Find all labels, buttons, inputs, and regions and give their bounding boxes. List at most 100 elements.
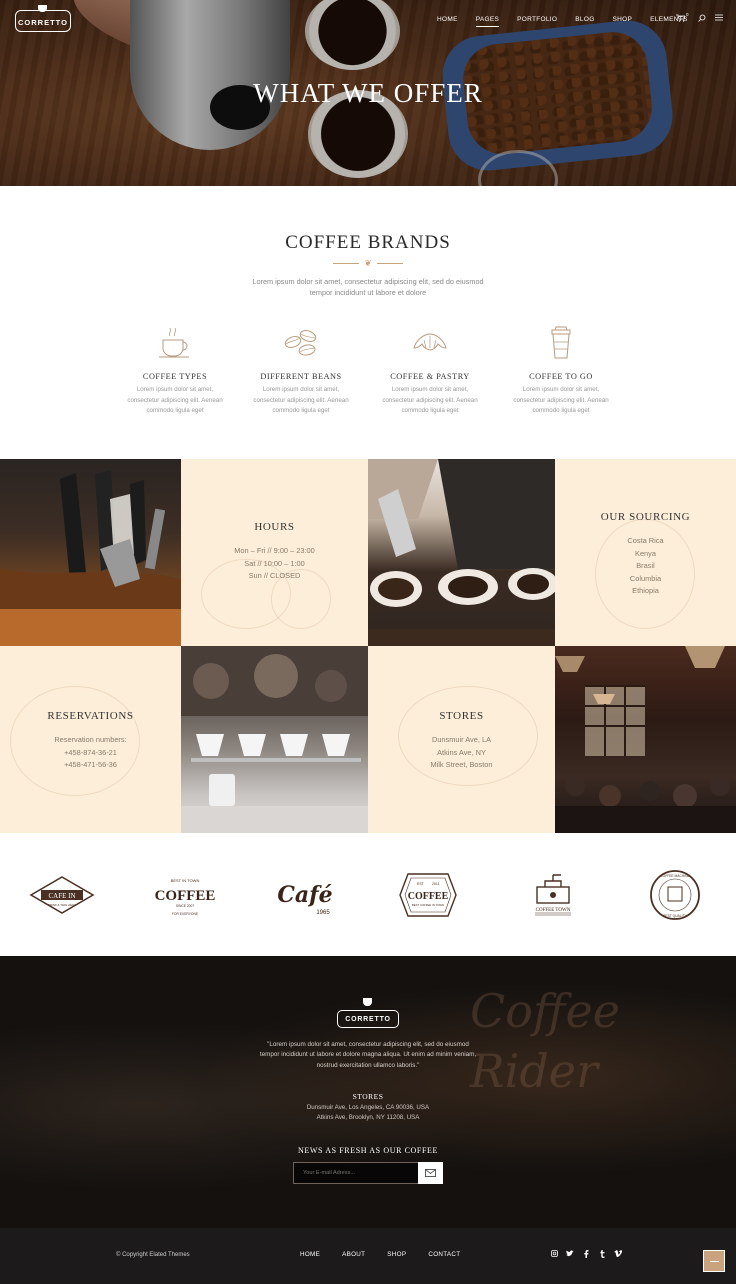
hours-line: Mon – Fri // 9:00 – 23:00 [234, 546, 315, 555]
footer-nav-shop[interactable]: SHOP [387, 1251, 406, 1258]
footer-logo-cup-icon [363, 998, 372, 1006]
partner-logo-coffee[interactable]: BEST IN TOWN COFFEE SINCE 2007 FOR EVERY… [150, 860, 220, 930]
footer-nav-contact[interactable]: CONTACT [428, 1251, 460, 1258]
partner-logo-coffee-town[interactable]: COFFEE TOWN [518, 860, 588, 930]
svg-text:DRINK & TAKE AWAY: DRINK & TAKE AWAY [48, 903, 76, 907]
footer-nav: HOME ABOUT SHOP CONTACT [300, 1251, 482, 1258]
footer-nav-about[interactable]: ABOUT [342, 1251, 365, 1258]
photo-pour-over [368, 459, 555, 646]
svg-text:BEST QUALITY: BEST QUALITY [663, 914, 687, 918]
footer-stores-title: STORES [352, 1092, 384, 1101]
svg-text:COFFEE TOWN: COFFEE TOWN [536, 908, 571, 913]
partner-logo-cafe-1965[interactable]: Café 1965 [272, 860, 342, 930]
partner-logo-coffee-machine[interactable]: COFFEE MACHINE BEST QUALITY [640, 860, 710, 930]
footer-logo[interactable]: CORRETTO [337, 1010, 399, 1028]
stores-tile: STORES Dunsmuir Ave, LA Atkins Ave, NY M… [368, 646, 555, 833]
sourcing-country: Columbia [629, 573, 662, 583]
title-divider: ❦ [333, 257, 403, 269]
hero-banner: WHAT WE OFFER [0, 0, 736, 186]
svg-text:BEST COFFEE IN TOWN: BEST COFFEE IN TOWN [412, 903, 444, 907]
stores-title: STORES [439, 710, 484, 722]
reservations-title: RESERVATIONS [47, 710, 134, 722]
feature-text: Lorem ipsum dolor sit amet, consectetur … [382, 386, 478, 414]
site-logo[interactable]: CORRETTO [15, 10, 71, 32]
cart-count: 0 [686, 12, 689, 17]
store-address: Dunsmuir Ave, LA [431, 735, 492, 744]
header-icons: 0 [676, 12, 723, 24]
croissant-icon [410, 322, 450, 362]
nav-shop[interactable]: SHOP [613, 16, 633, 27]
back-to-top-button[interactable] [703, 1250, 725, 1272]
feature-text: Lorem ipsum dolor sit amet, consectetur … [253, 386, 349, 414]
feature-coffee-pastry: COFFEE & PASTRY Lorem ipsum dolor sit am… [375, 322, 485, 417]
instagram-icon[interactable] [550, 1250, 558, 1260]
hours-lines: Mon – Fri // 9:00 – 23:00 Sat // 10:00 –… [181, 545, 368, 583]
bean-icon: ❦ [364, 258, 372, 268]
reservations-tile: RESERVATIONS Reservation numbers: +458-8… [0, 646, 181, 833]
envelope-icon [425, 1169, 436, 1177]
section-subtitle: Lorem ipsum dolor sit amet, consectetur … [252, 277, 484, 297]
footer-quote: "Lorem ipsum dolor sit amet, consectetur… [259, 1041, 477, 1069]
hours-tile: HOURS Mon – Fri // 9:00 – 23:00 Sat // 1… [181, 459, 368, 646]
reservations-line: Reservation numbers: [54, 735, 127, 744]
footer-address: Atkins Ave, Brooklyn, NY 11208, USA [316, 1114, 420, 1122]
sourcing-title: OUR SOURCING [600, 511, 691, 523]
hours-line: Sun // CLOSED [248, 571, 301, 580]
reservation-phone[interactable]: +458-471-56-36 [0, 759, 181, 772]
partner-logo-cafe-in[interactable]: CAFE IN DRINK & TAKE AWAY [27, 860, 97, 930]
svg-text:1965: 1965 [316, 910, 330, 916]
facebook-icon[interactable] [582, 1250, 590, 1260]
vimeo-icon[interactable] [614, 1250, 623, 1260]
svg-text:2011: 2011 [432, 882, 440, 886]
feature-coffee-to-go: COFFEE TO GO Lorem ipsum dolor sit amet,… [506, 322, 616, 417]
footer-nav-home[interactable]: HOME [300, 1251, 320, 1258]
social-links [550, 1250, 623, 1260]
svg-text:BEST IN TOWN: BEST IN TOWN [171, 878, 200, 883]
svg-text:CAFE IN: CAFE IN [48, 892, 75, 900]
feature-title: COFFEE TO GO [529, 372, 593, 381]
reservation-phone[interactable]: +458-874-36-21 [0, 747, 181, 760]
nav-portfolio[interactable]: PORTFOLIO [517, 16, 557, 27]
feature-title: COFFEE TYPES [142, 372, 208, 381]
main-nav: HOME PAGES PORTFOLIO BLOG SHOP ELEMENTS [437, 16, 706, 27]
photo-cafe-interior [555, 646, 736, 833]
sourcing-tile: OUR SOURCING Costa Rica Kenya Brasil Col… [555, 459, 736, 646]
sourcing-country: Costa Rica [627, 536, 664, 545]
page-title: WHAT WE OFFER [253, 78, 483, 108]
sourcing-country: Brasil [636, 561, 655, 570]
sourcing-country: Ethiopia [632, 586, 659, 595]
newsletter-submit-button[interactable] [418, 1162, 443, 1184]
nav-home[interactable]: HOME [437, 16, 458, 27]
hours-title: HOURS [254, 521, 295, 533]
newsletter-email-input[interactable] [293, 1162, 419, 1184]
reservations-lines: Reservation numbers: +458-874-36-21 +458… [0, 734, 181, 772]
partner-logo-coffee-est[interactable]: EST 2011 COFFEE BEST COFFEE IN TOWN [393, 860, 463, 930]
hours-line: Sat // 10:00 – 1:00 [244, 558, 305, 568]
feature-text: Lorem ipsum dolor sit amet, consectetur … [127, 386, 223, 414]
svg-text:COFFEE: COFFEE [408, 891, 449, 902]
search-icon[interactable] [697, 14, 706, 24]
tumblr-icon[interactable] [598, 1250, 606, 1260]
coffee-beans-icon [281, 322, 321, 362]
nav-pages[interactable]: PAGES [475, 16, 500, 27]
feature-text: Lorem ipsum dolor sit amet, consectetur … [513, 386, 609, 414]
cart-icon[interactable] [676, 14, 686, 24]
stores-lines: Dunsmuir Ave, LA Atkins Ave, NY Milk Str… [368, 734, 555, 772]
photo-coffee-bar [0, 459, 181, 646]
feature-different-beans: DIFFERENT BEANS Lorem ipsum dolor sit am… [246, 322, 356, 417]
footer-address: Dunsmuir Ave, Los Angeles, CA 90036, USA [306, 1104, 430, 1111]
photo-drippers [181, 646, 368, 833]
svg-text:Café: Café [277, 882, 332, 908]
svg-text:EST: EST [417, 882, 425, 886]
sourcing-lines: Costa Rica Kenya Brasil Columbia Ethiopi… [555, 535, 736, 598]
svg-text:COFFEE: COFFEE [155, 888, 215, 904]
store-address: Milk Street, Boston [430, 760, 493, 769]
feature-title: COFFEE & PASTRY [390, 372, 470, 381]
takeaway-cup-icon [541, 322, 581, 362]
menu-icon[interactable] [714, 14, 723, 24]
svg-text:FOR EVERYONE: FOR EVERYONE [172, 912, 199, 916]
nav-blog[interactable]: BLOG [575, 16, 594, 27]
svg-text:COFFEE MACHINE: COFFEE MACHINE [660, 874, 690, 878]
twitter-icon[interactable] [566, 1250, 574, 1260]
newsletter-title: NEWS AS FRESH AS OUR COFFEE [297, 1146, 438, 1155]
